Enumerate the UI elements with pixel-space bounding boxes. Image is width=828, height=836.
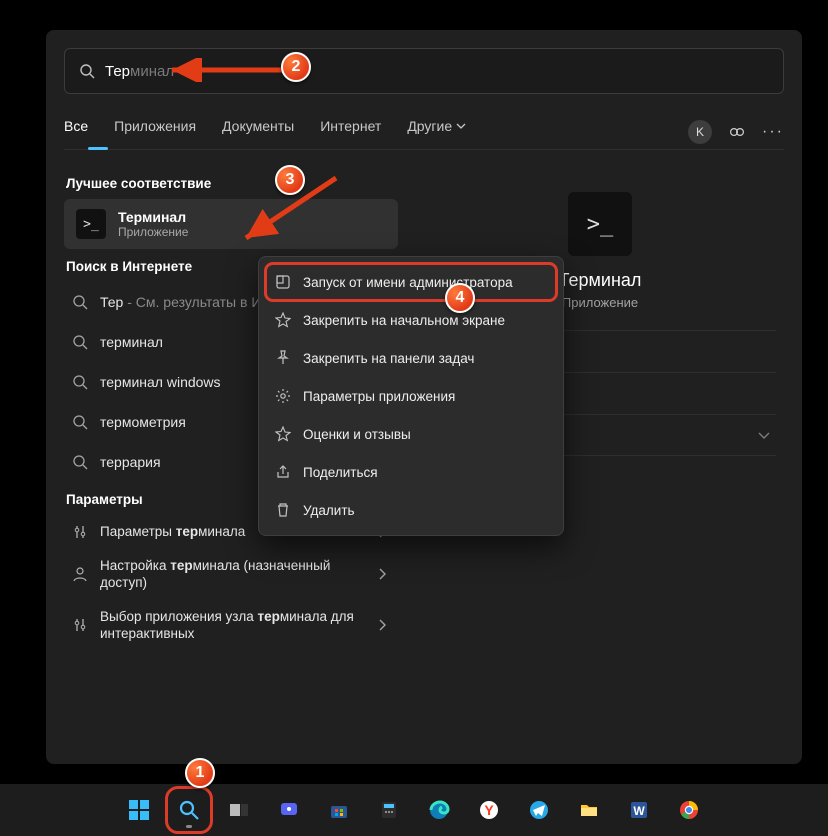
shield-icon (275, 274, 291, 290)
settings-item-text: Настройка терминала (назначенный доступ) (100, 557, 362, 592)
search-icon (72, 414, 88, 430)
ctx-pin-start[interactable]: Закрепить на начальном экране (265, 301, 557, 339)
section-best-match: Лучшее соответствие (66, 176, 398, 191)
sliders-icon (72, 617, 88, 633)
share-icon (275, 464, 291, 480)
chevron-down-icon (756, 427, 772, 443)
search-icon (72, 334, 88, 350)
annotation-badge-2: 2 (281, 52, 311, 82)
ctx-run-as-admin[interactable]: Запуск от имени администратора (265, 263, 557, 301)
chrome-icon (678, 799, 700, 821)
tab-all[interactable]: Все (64, 118, 88, 146)
windows-icon (127, 798, 151, 822)
start-button[interactable] (118, 789, 160, 831)
telegram-icon (528, 799, 550, 821)
settings-item[interactable]: Настройка терминала (назначенный доступ) (64, 549, 398, 600)
taskbar-edge[interactable] (418, 789, 460, 831)
ctx-delete[interactable]: Удалить (265, 491, 557, 529)
svg-text:Y: Y (484, 802, 494, 818)
chevron-right-icon (374, 566, 390, 582)
best-match-subtitle: Приложение (118, 225, 188, 239)
taskbar-telegram[interactable] (518, 789, 560, 831)
search-icon (72, 294, 88, 310)
trash-icon (275, 502, 291, 518)
chevron-down-icon (456, 121, 466, 131)
ctx-share[interactable]: Поделиться (265, 453, 557, 491)
taskview-icon (228, 799, 250, 821)
user-avatar[interactable]: K (688, 120, 712, 144)
taskbar-chat[interactable] (268, 789, 310, 831)
web-item-text: террария (100, 454, 161, 470)
filter-tabs: Все Приложения Документы Интернет Другие… (64, 114, 784, 150)
taskbar-word[interactable]: W (618, 789, 660, 831)
person-icon (72, 566, 88, 582)
ctx-reviews[interactable]: Оценки и отзывы (265, 415, 557, 453)
word-icon: W (628, 799, 650, 821)
chat-icon (278, 799, 300, 821)
folder-icon (578, 799, 600, 821)
tab-more[interactable]: Другие (407, 118, 466, 146)
ctx-pin-taskbar[interactable]: Закрепить на панели задач (265, 339, 557, 377)
taskbar-yandex[interactable]: Y (468, 789, 510, 831)
search-icon (72, 454, 88, 470)
search-icon (79, 63, 95, 79)
pin-icon (275, 350, 291, 366)
store-icon (328, 799, 350, 821)
calculator-icon (378, 799, 400, 821)
yandex-icon: Y (478, 799, 500, 821)
web-item-text: термометрия (100, 414, 186, 430)
star-icon (275, 426, 291, 442)
taskbar-taskview[interactable] (218, 789, 260, 831)
search-icon (178, 799, 200, 821)
edge-icon (428, 799, 450, 821)
chevron-right-icon (374, 617, 390, 633)
search-input-row[interactable]: Терминал (64, 48, 784, 94)
web-item-text: терминал (100, 334, 163, 350)
annotation-badge-4: 4 (445, 283, 475, 313)
ctx-app-settings[interactable]: Параметры приложения (265, 377, 557, 415)
pin-icon (275, 312, 291, 328)
web-item-text: терминал windows (100, 374, 221, 390)
settings-item[interactable]: Выбор приложения узла терминала для инте… (64, 600, 398, 651)
svg-text:W: W (633, 804, 645, 818)
sliders-icon (72, 524, 88, 540)
rewards-icon[interactable] (728, 123, 746, 141)
tab-internet[interactable]: Интернет (320, 118, 381, 146)
tab-apps[interactable]: Приложения (114, 118, 196, 146)
context-menu: Запуск от имени администратора Закрепить… (258, 256, 564, 536)
taskbar: Y W (0, 784, 828, 836)
web-item-text: Тер - См. результаты в И (100, 294, 261, 310)
taskbar-chrome[interactable] (668, 789, 710, 831)
more-options[interactable]: ··· (762, 123, 784, 141)
tab-documents[interactable]: Документы (222, 118, 294, 146)
taskbar-calculator[interactable] (368, 789, 410, 831)
annotation-badge-3: 3 (275, 165, 305, 195)
taskbar-explorer[interactable] (568, 789, 610, 831)
taskbar-store[interactable] (318, 789, 360, 831)
search-query: Терминал (105, 63, 174, 80)
best-match-item[interactable]: >_ Терминал Приложение (64, 199, 398, 249)
terminal-icon: >_ (76, 209, 106, 239)
preview-app-icon: >_ (568, 192, 632, 256)
search-icon (72, 374, 88, 390)
annotation-badge-1: 1 (185, 758, 215, 788)
settings-item-text: Выбор приложения узла терминала для инте… (100, 608, 362, 643)
gear-icon (275, 388, 291, 404)
best-match-title: Терминал (118, 209, 188, 225)
